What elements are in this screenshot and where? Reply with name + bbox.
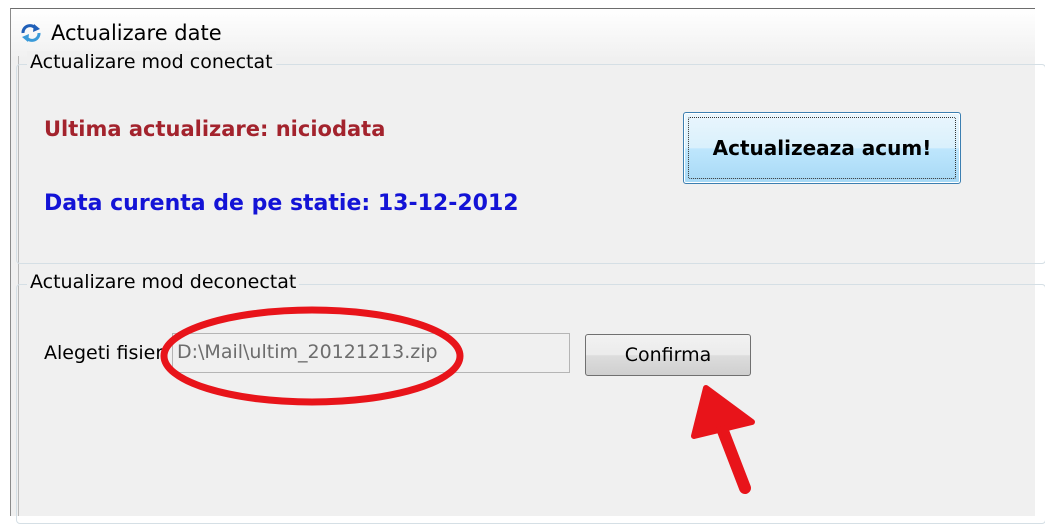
- connected-mode-legend: Actualizare mod conectat: [27, 51, 276, 73]
- title-bar: Actualizare date: [11, 9, 1035, 57]
- disconnected-mode-group: Actualizare mod deconectat: [16, 271, 1045, 524]
- choose-file-label: Alegeti fisier: [44, 342, 164, 364]
- confirm-button[interactable]: Confirma: [585, 334, 751, 376]
- current-date-label: Data curenta de pe statie: 13-12-2012: [44, 191, 519, 216]
- confirm-button-label: Confirma: [624, 344, 712, 366]
- update-now-button-label: Actualizeaza acum!: [712, 136, 932, 160]
- disconnected-mode-legend: Actualizare mod deconectat: [27, 271, 300, 293]
- file-path-field[interactable]: D:\Mail\ultim_20121213.zip: [172, 333, 570, 373]
- update-now-button[interactable]: Actualizeaza acum!: [683, 112, 961, 184]
- last-update-label: Ultima actualizare: niciodata: [44, 117, 386, 141]
- window-title: Actualizare date: [51, 21, 222, 45]
- refresh-icon: [21, 24, 41, 42]
